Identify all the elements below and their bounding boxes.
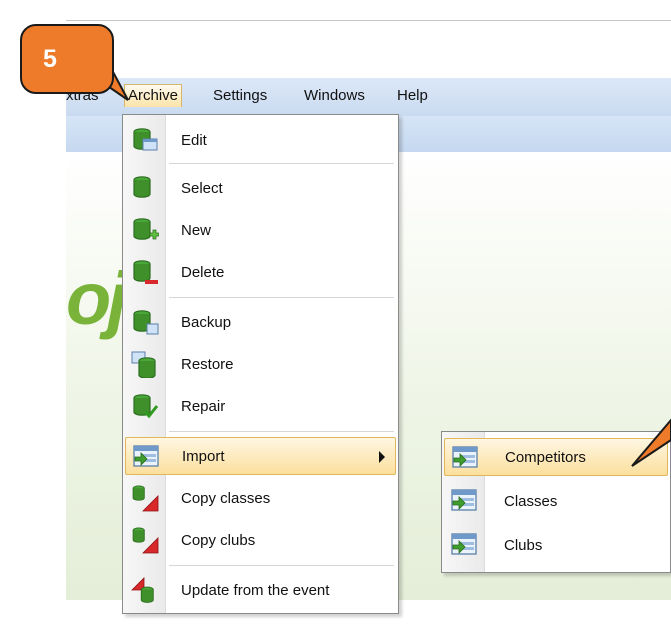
callout-pointers [94, 68, 671, 467]
callout-pointer-submenu [631, 418, 671, 467]
step-badge: 5 [20, 24, 114, 94]
